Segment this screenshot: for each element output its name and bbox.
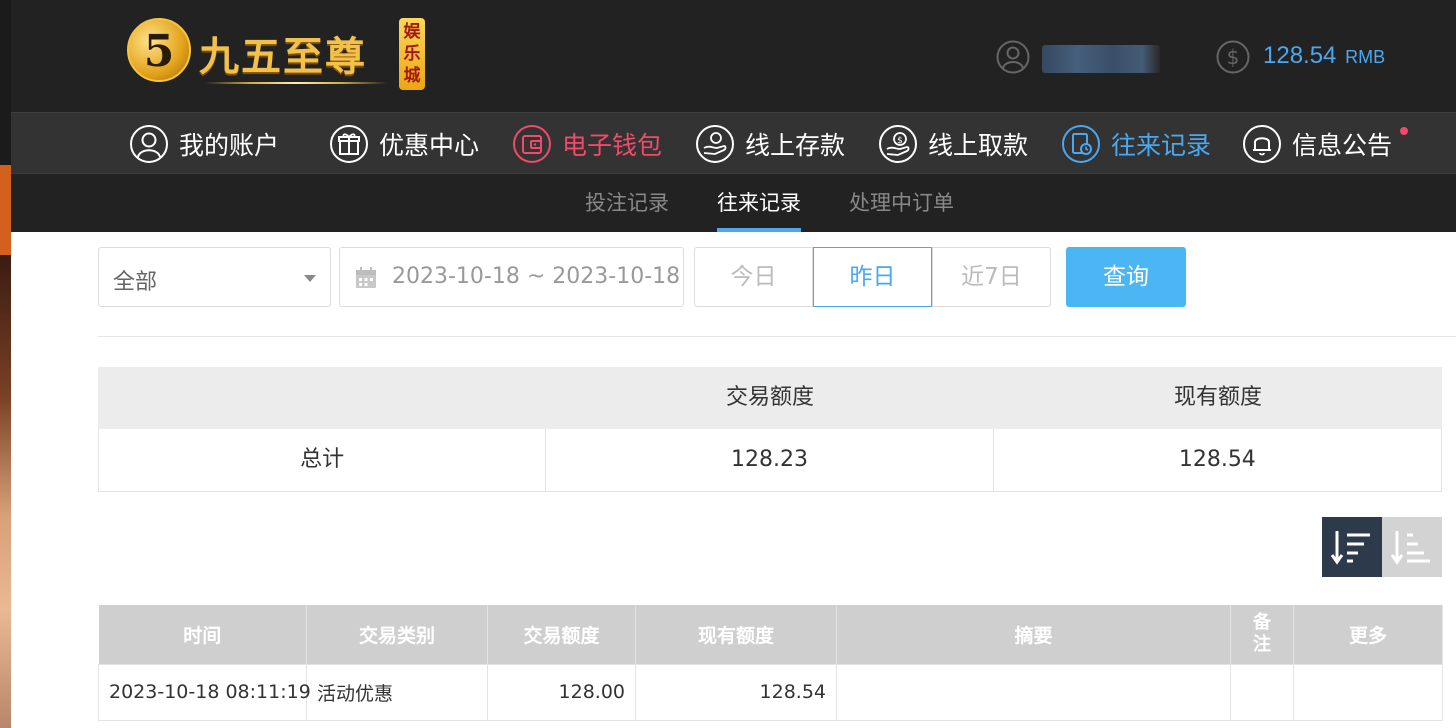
nav-my-account[interactable]: 我的账户 [129, 113, 279, 174]
logo-underline [205, 82, 387, 84]
deposit-hand-icon [696, 124, 734, 163]
nav-announcements[interactable]: 信息公告 [1242, 113, 1409, 174]
logo-emblem: 5 [127, 18, 191, 82]
user-area: $ 128.54 RMB [996, 30, 1456, 84]
filter-bar: 全部 2023-10-18 ~ 2023-10-18 今日 昨日 近7日 查询 [11, 232, 1456, 337]
column-header-amount[interactable]: 交易额度 [487, 605, 636, 664]
summary-transaction-amount: 128.23 [546, 429, 994, 491]
cell-more[interactable] [1293, 663, 1443, 721]
nav-online-deposit[interactable]: 线上存款 [695, 113, 845, 174]
summary-table: 交易额度 现有额度 总计 128.23 128.54 [98, 367, 1442, 492]
summary-total-label: 总计 [99, 429, 547, 491]
date-range-input[interactable]: 2023-10-18 ~ 2023-10-18 [339, 247, 684, 307]
search-button[interactable]: 查询 [1066, 247, 1186, 307]
summary-header: 交易额度 现有额度 [98, 367, 1442, 429]
tab-bet-records[interactable]: 投注记录 [585, 174, 669, 232]
site-logo[interactable]: 5 九五至尊 娱乐城 [127, 14, 437, 94]
table-header-row: 时间 交易类别 交易额度 现有额度 摘要 备注 更多 [98, 605, 1443, 664]
logo-text: 九五至尊 [199, 33, 367, 80]
logo-number: 5 [143, 26, 175, 77]
balance-amount: 128.54 [1263, 42, 1337, 69]
sub-nav: 投注记录 往来记录 处理中订单 [11, 173, 1456, 232]
cell-type: 活动优惠 [306, 663, 488, 721]
sort-ascending-button[interactable] [1382, 517, 1442, 577]
calendar-icon [356, 267, 376, 288]
nav-e-wallet[interactable]: 电子钱包 [512, 113, 662, 174]
summary-header-cell: 交易额度 [725, 385, 814, 410]
cell-remark [1230, 663, 1294, 721]
sort-descending-icon [1330, 531, 1370, 565]
cell-time: 2023-10-18 08:11:19 [98, 663, 311, 721]
column-header-balance[interactable]: 现有额度 [635, 605, 837, 664]
background-image [0, 255, 11, 728]
column-header-remark[interactable]: 备注 [1230, 605, 1294, 664]
nav-label: 线上存款 [745, 130, 846, 160]
table-row[interactable]: 2023-10-18 08:11:19 活动优惠 128.00 128.54 [98, 663, 1443, 721]
nav-label: 优惠中心 [379, 130, 480, 160]
records-icon [1062, 124, 1100, 163]
logo-badge: 娱乐城 [399, 18, 425, 90]
notification-dot [1400, 127, 1409, 135]
summary-row: 总计 128.23 128.54 [98, 429, 1442, 492]
records-table: 时间 交易类别 交易额度 现有额度 摘要 备注 更多 2023-10-18 08… [98, 605, 1443, 721]
nav-label: 电子钱包 [562, 130, 663, 160]
column-header-summary[interactable]: 摘要 [836, 605, 1231, 664]
summary-current-balance: 128.54 [1178, 447, 1256, 472]
summary-header-cell: 现有额度 [1173, 385, 1262, 410]
user-circle-icon [130, 124, 168, 163]
top-header: 5 九五至尊 娱乐城 $ 128.54 RMB [11, 0, 1456, 112]
withdraw-coin-icon: $ [879, 124, 917, 163]
account-balance: 128.54 RMB [1263, 42, 1385, 70]
user-icon[interactable] [996, 40, 1030, 74]
background-strip [0, 0, 11, 728]
bell-icon [1243, 124, 1281, 163]
nav-online-withdraw[interactable]: $ 线上取款 [878, 113, 1028, 174]
tab-transaction-records[interactable]: 往来记录 [717, 174, 801, 232]
transaction-type-select[interactable]: 全部 [98, 247, 331, 307]
select-value: 全部 [113, 270, 158, 295]
background-decor [0, 165, 11, 255]
nav-label: 线上取款 [928, 130, 1029, 160]
nav-label: 往来记录 [1111, 130, 1212, 160]
svg-text:$: $ [1227, 45, 1240, 69]
sort-descending-button[interactable] [1322, 517, 1382, 577]
today-button[interactable]: 今日 [694, 247, 813, 307]
cell-amount: 128.00 [487, 663, 636, 721]
nav-promotions[interactable]: 优惠中心 [329, 113, 479, 174]
yesterday-button[interactable]: 昨日 [813, 247, 932, 307]
username-masked [1042, 45, 1160, 73]
nav-transaction-records[interactable]: 往来记录 [1061, 113, 1211, 174]
summary-header-cell [98, 367, 546, 429]
balance-unit: RMB [1345, 47, 1386, 67]
divider [98, 336, 1456, 337]
gift-icon [330, 124, 368, 163]
nav-label: 信息公告 [1292, 130, 1393, 160]
column-header-type[interactable]: 交易类别 [306, 605, 488, 664]
sort-ascending-icon [1390, 531, 1430, 565]
chevron-down-icon [304, 275, 316, 282]
cell-balance: 128.54 [635, 663, 837, 721]
cell-summary [836, 663, 1231, 721]
nav-label: 我的账户 [179, 130, 280, 160]
app: 5 九五至尊 娱乐城 $ 128.54 RMB 我的账户 优惠中心 电子钱包 线… [11, 0, 1456, 728]
column-header-more[interactable]: 更多 [1293, 605, 1443, 664]
coin-icon: $ [1216, 40, 1250, 74]
wallet-icon [513, 124, 551, 163]
main-nav: 我的账户 优惠中心 电子钱包 线上存款 $ 线上取款 往来记录 信息公告 [11, 112, 1456, 173]
column-header-time[interactable]: 时间 [98, 605, 307, 664]
svg-text:$: $ [897, 136, 903, 146]
last-7-days-button[interactable]: 近7日 [932, 247, 1051, 307]
date-range-value: 2023-10-18 ~ 2023-10-18 [392, 264, 681, 289]
tab-pending-orders[interactable]: 处理中订单 [849, 174, 954, 232]
